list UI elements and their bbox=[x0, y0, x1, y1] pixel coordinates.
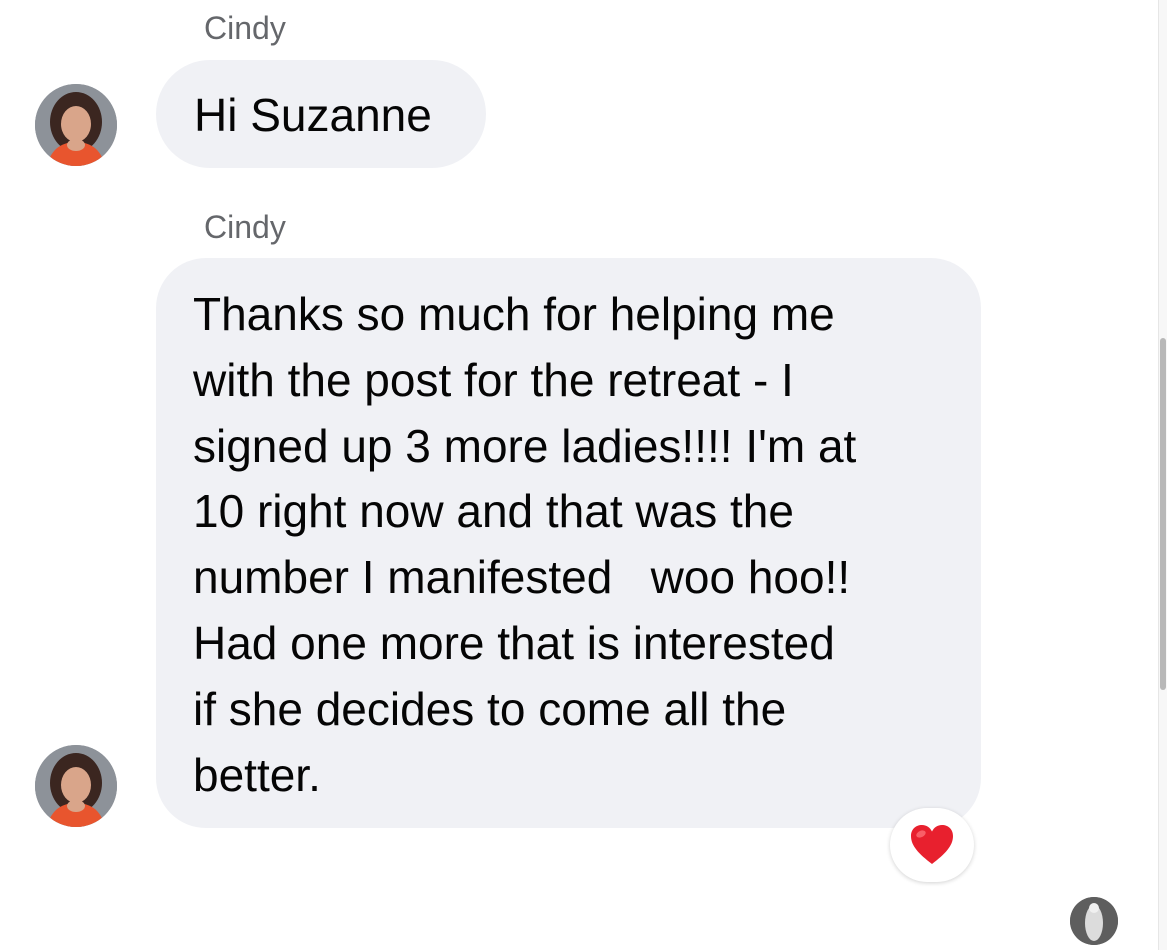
scrollbar-thumb[interactable] bbox=[1160, 338, 1166, 690]
message-text-line: Had one more that is interested bbox=[193, 616, 835, 669]
message-text-line: if she decides to come all the bbox=[193, 682, 787, 735]
profile-photo-icon bbox=[35, 84, 117, 166]
profile-photo-icon bbox=[35, 745, 117, 827]
message-text-line: with the post for the retreat - I bbox=[193, 353, 794, 406]
message-text-line: better. bbox=[193, 748, 321, 801]
sender-name: Cindy bbox=[204, 209, 286, 245]
message-text: Hi Suzanne bbox=[194, 89, 432, 141]
message-bubble[interactable]: Hi Suzanne bbox=[156, 60, 486, 168]
sender-avatar[interactable] bbox=[35, 745, 117, 827]
read-receipt-photo-icon bbox=[1070, 897, 1118, 945]
read-receipt-avatar bbox=[1070, 897, 1118, 945]
message-text-line: Thanks so much for helping me bbox=[193, 288, 835, 340]
message-text-line: 10 right now and that was the bbox=[193, 485, 794, 538]
sender-avatar[interactable] bbox=[35, 84, 117, 166]
reaction-badge[interactable] bbox=[890, 808, 974, 882]
message-text-line: number I manifested woo hoo!! bbox=[193, 551, 851, 604]
sender-name: Cindy bbox=[204, 10, 286, 46]
message-bubble[interactable]: Thanks so much for helping me with the p… bbox=[156, 258, 981, 828]
red-heart-icon bbox=[911, 825, 953, 864]
message-text-line: signed up 3 more ladies!!!! I'm at bbox=[193, 419, 857, 472]
